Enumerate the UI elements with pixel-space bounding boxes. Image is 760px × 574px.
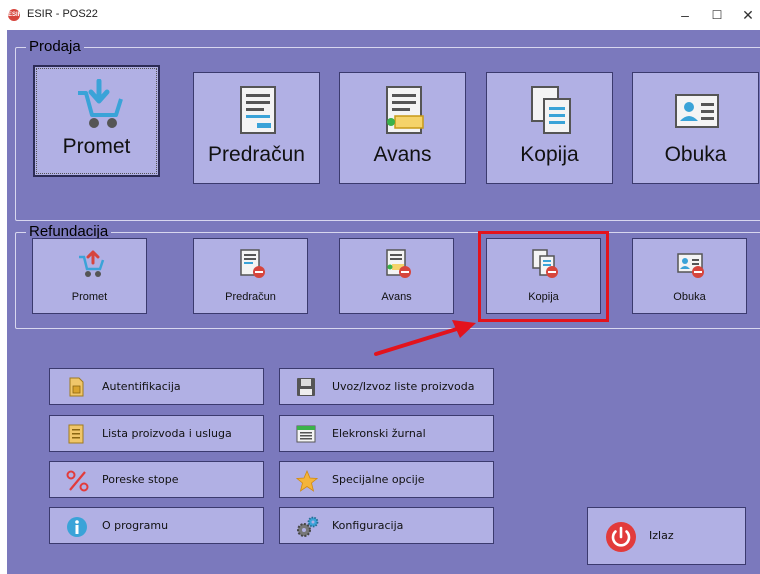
elektronski-zurnal-button[interactable]: Elekronski žurnal [279,415,494,452]
gears-icon [296,516,319,537]
prodaja-group-label: Prodaja [26,39,84,55]
prodaja-kopija-button[interactable]: Kopija [486,72,613,184]
annotation-arrow-icon [372,320,482,360]
prodaja-promet-button[interactable]: Promet [33,65,160,177]
power-icon [605,521,637,553]
refundacija-promet-button[interactable]: Promet [32,238,147,314]
izlaz-button[interactable]: Izlaz [587,507,746,565]
id-card-icon [672,85,722,137]
refundacija-predracun-button[interactable]: Predračun [193,238,308,314]
poreske-stope-label: Poreske stope [102,473,179,486]
prodaja-obuka-label: Obuka [664,143,727,166]
application-window: ESIR ESIR - POS22 – ☐ ✕ Prodaja Promet P… [0,0,760,574]
uvoz-izvoz-label: Uvoz/Izvoz liste proizvoda [332,380,475,393]
prodaja-avans-label: Avans [373,143,432,166]
journal-icon [296,424,316,444]
poreske-stope-button[interactable]: Poreske stope [49,461,264,498]
star-icon [296,470,318,492]
konfiguracija-button[interactable]: Konfiguracija [279,507,494,544]
specijalne-opcije-button[interactable]: Specijalne opcije [279,461,494,498]
document-icon [233,85,283,137]
shopping-cart-icon [74,79,124,131]
specijalne-opcije-label: Specijalne opcije [332,473,425,486]
lista-proizvoda-button[interactable]: Lista proizvoda i usluga [49,415,264,452]
konfiguracija-label: Konfiguracija [332,519,404,532]
refundacija-avans-label: Avans [381,291,412,303]
prodaja-obuka-button[interactable]: Obuka [632,72,759,184]
main-panel: Prodaja Promet Predračun Avans Kopija Ob… [7,30,760,574]
floppy-disk-icon [296,377,316,397]
prodaja-predracun-label: Predračun [208,143,305,166]
maximize-button[interactable]: ☐ [702,3,732,27]
document-refund-icon [238,249,266,279]
list-icon [66,424,86,444]
kopija-highlight-box [478,231,609,322]
prodaja-kopija-label: Kopija [520,143,579,166]
elektronski-zurnal-label: Elekronski žurnal [332,427,426,440]
sim-card-icon [66,377,86,397]
lista-proizvoda-label: Lista proizvoda i usluga [102,427,232,440]
prodaja-predracun-button[interactable]: Predračun [193,72,320,184]
close-button[interactable]: ✕ [733,3,760,27]
refundacija-promet-label: Promet [71,291,108,303]
window-title: ESIR - POS22 [27,8,98,20]
minimize-button[interactable]: – [670,3,700,27]
autentifikacija-button[interactable]: Autentifikacija [49,368,264,405]
refundacija-avans-button[interactable]: Avans [339,238,454,314]
title-bar: ESIR ESIR - POS22 – ☐ ✕ [0,0,760,30]
o-programu-button[interactable]: O programu [49,507,264,544]
advance-refund-icon [384,249,412,279]
refundacija-obuka-label: Obuka [673,291,706,303]
app-logo-icon: ESIR [8,9,22,21]
autentifikacija-label: Autentifikacija [102,380,181,393]
percent-icon [66,470,89,492]
advance-document-icon [379,85,429,137]
uvoz-izvoz-button[interactable]: Uvoz/Izvoz liste proizvoda [279,368,494,405]
prodaja-promet-label: Promet [62,135,131,158]
shopping-cart-refund-icon [77,249,105,279]
info-icon [66,516,87,537]
refundacija-predracun-label: Predračun [225,291,276,303]
id-card-refund-icon [677,249,705,279]
o-programu-label: O programu [102,519,169,532]
prodaja-avans-button[interactable]: Avans [339,72,466,184]
izlaz-label: Izlaz [649,529,674,542]
refundacija-obuka-button[interactable]: Obuka [632,238,747,314]
copy-icon [526,85,576,137]
